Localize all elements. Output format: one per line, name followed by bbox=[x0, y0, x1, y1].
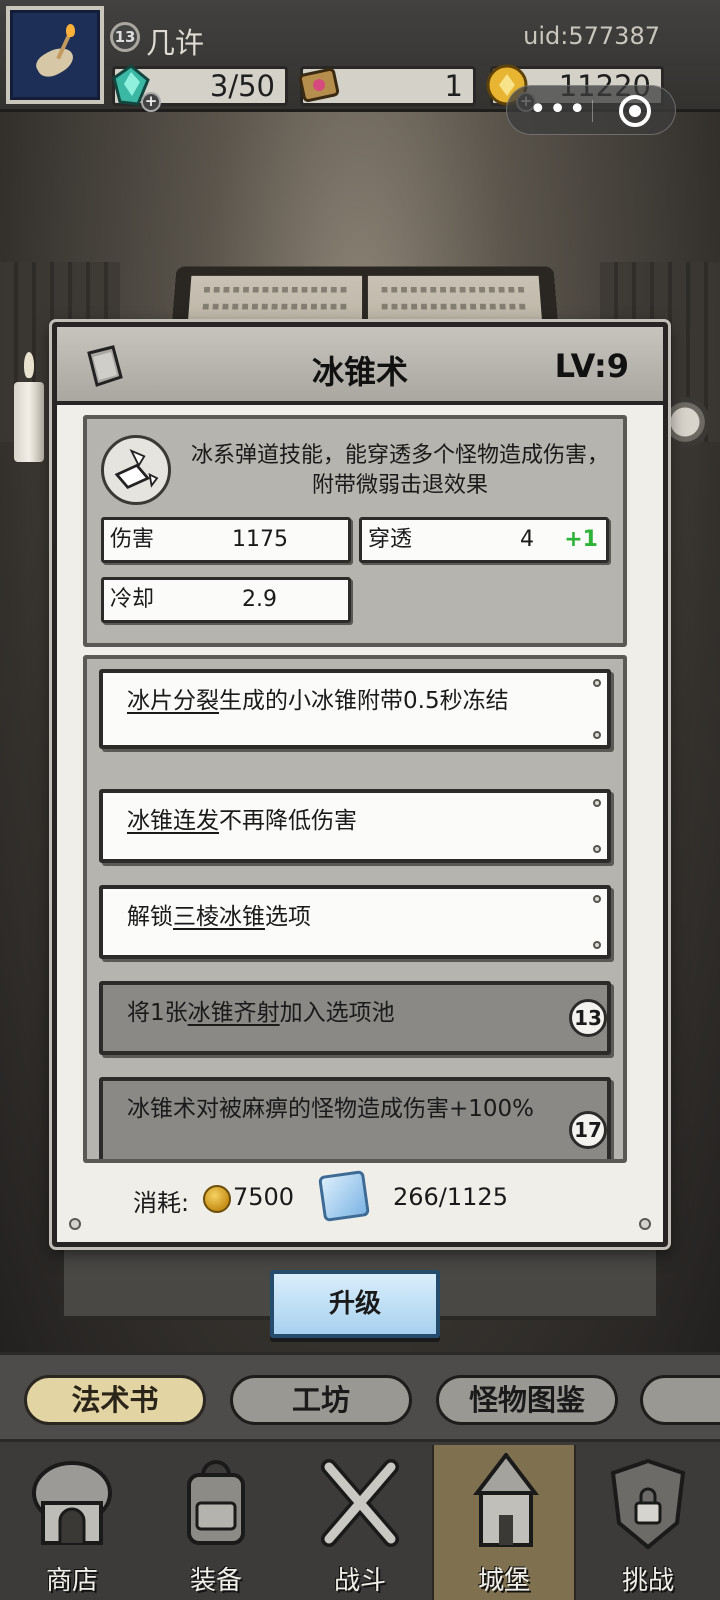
bottom-navigation: 商店 装备 战斗 城堡 挑战 bbox=[0, 1445, 720, 1600]
dialog-header: 冰锥术 LV:9 bbox=[57, 327, 663, 405]
nav-label: 城堡 bbox=[477, 1566, 530, 1596]
stat-value: 1175 bbox=[232, 527, 288, 552]
stat-label: 伤害 bbox=[110, 527, 155, 552]
tab-spellbook[interactable]: 法术书 bbox=[24, 1375, 206, 1425]
nav-label: 挑战 bbox=[621, 1566, 674, 1596]
spell-fragment-icon bbox=[318, 1170, 370, 1222]
wizard-tower-icon bbox=[472, 1453, 540, 1547]
perk-text: 冰锥术对被麻痹的怪物造成伤害+100% bbox=[127, 1096, 535, 1122]
perk-item: 解锁三棱冰锥选项 bbox=[99, 885, 611, 959]
nav-battle[interactable]: 战斗 bbox=[288, 1445, 432, 1600]
nav-challenge[interactable]: 挑战 bbox=[576, 1445, 720, 1600]
perk-text: 不再降低伤害 bbox=[219, 808, 357, 834]
candle-illustration bbox=[14, 352, 44, 462]
spell-level: LV:9 bbox=[554, 347, 629, 385]
nav-label: 战斗 bbox=[333, 1566, 386, 1596]
stat-bonus: +1 bbox=[564, 527, 598, 552]
backpack-icon bbox=[187, 1460, 245, 1545]
player-avatar[interactable] bbox=[6, 6, 104, 104]
unlock-level-badge: 13 bbox=[569, 999, 607, 1037]
more-options-icon[interactable]: ••• bbox=[529, 92, 588, 127]
perk-text: 将1张 bbox=[127, 1000, 188, 1026]
nav-shop[interactable]: 商店 bbox=[0, 1445, 144, 1600]
perk-text: 选项 bbox=[265, 904, 311, 930]
perk-keyword[interactable]: 冰锥齐射 bbox=[188, 1000, 280, 1026]
perk-keyword[interactable]: 冰片分裂 bbox=[127, 688, 219, 714]
cost-fragments: 266/1125 bbox=[393, 1183, 508, 1211]
nav-equipment[interactable]: 装备 bbox=[144, 1445, 288, 1600]
perk-item-locked: 冰锥术对被麻痹的怪物造成伤害+100% 17 bbox=[99, 1077, 611, 1159]
player-uid: uid:577387 bbox=[523, 22, 660, 50]
ice-shard-icon bbox=[101, 435, 171, 505]
tab-more[interactable] bbox=[640, 1375, 720, 1425]
perk-text: 加入选项池 bbox=[279, 1000, 395, 1026]
perk-item-locked: 将1张冰锥齐射加入选项池 13 bbox=[99, 981, 611, 1055]
stat-value: 2.9 bbox=[242, 587, 277, 612]
stat-cooldown: 冷却 2.9 bbox=[101, 577, 351, 623]
nav-label: 装备 bbox=[189, 1566, 242, 1596]
upgrade-button[interactable]: 升级 bbox=[270, 1270, 440, 1338]
perk-text: 生成的小冰锥附带0.5秒冻结 bbox=[219, 688, 509, 714]
perk-keyword[interactable]: 三棱冰锥 bbox=[173, 904, 265, 930]
upgrade-cost: 消耗: 7500 266/1125 bbox=[57, 1169, 663, 1229]
stat-label: 冷却 bbox=[110, 587, 155, 612]
nav-castle[interactable]: 城堡 bbox=[432, 1445, 576, 1600]
perk-text: 解锁 bbox=[127, 904, 173, 930]
stat-label: 穿透 bbox=[368, 527, 413, 552]
player-name: 几许 bbox=[146, 26, 205, 60]
perk-item: 冰片分裂生成的小冰锥附带0.5秒冻结 bbox=[99, 669, 611, 749]
gold-coin-icon bbox=[203, 1185, 231, 1213]
spell-detail-dialog: 冰锥术 LV:9 冰系弹道技能，能穿透多个怪物造成伤害，附带微弱击退效果 伤害 … bbox=[52, 322, 668, 1247]
miniprogram-capsule: ••• bbox=[506, 85, 676, 135]
stat-value: 4 bbox=[520, 527, 534, 552]
treasure-map-icon bbox=[298, 67, 340, 103]
perk-item: 冰锥连发不再降低伤害 bbox=[99, 789, 611, 863]
cost-label: 消耗: bbox=[133, 1189, 190, 1217]
corner-rivet bbox=[69, 1218, 81, 1230]
corner-rivet bbox=[639, 1218, 651, 1230]
tab-workshop[interactable]: 工坊 bbox=[230, 1375, 412, 1425]
stat-damage: 伤害 1175 bbox=[101, 517, 351, 563]
cost-gold: 7500 bbox=[233, 1183, 295, 1211]
add-energy-button[interactable]: + bbox=[141, 92, 161, 112]
shop-hut-icon bbox=[32, 1461, 112, 1545]
locked-shield-icon bbox=[610, 1458, 686, 1550]
nav-label: 商店 bbox=[45, 1566, 98, 1596]
tab-monster-guide[interactable]: 怪物图鉴 bbox=[436, 1375, 618, 1425]
perk-keyword[interactable]: 冰锥连发 bbox=[127, 808, 219, 834]
stat-pierce: 穿透 4 +1 bbox=[359, 517, 609, 563]
sub-tab-bar: 法术书 工坊 怪物图鉴 bbox=[0, 1352, 720, 1442]
player-level-badge: 13 bbox=[110, 22, 140, 52]
spell-description: 冰系弹道技能，能穿透多个怪物造成伤害，附带微弱击退效果 bbox=[190, 443, 609, 498]
spell-info-panel: 冰系弹道技能，能穿透多个怪物造成伤害，附带微弱击退效果 伤害 1175 穿透 4… bbox=[83, 415, 627, 647]
close-miniprogram-icon[interactable] bbox=[619, 95, 651, 127]
unlock-level-badge: 17 bbox=[569, 1111, 607, 1149]
upgrade-perk-list[interactable]: 冰片分裂生成的小冰锥附带0.5秒冻结 冰锥连发不再降低伤害 解锁三棱冰锥选项 将… bbox=[83, 655, 627, 1163]
crossed-swords-icon bbox=[321, 1459, 399, 1547]
